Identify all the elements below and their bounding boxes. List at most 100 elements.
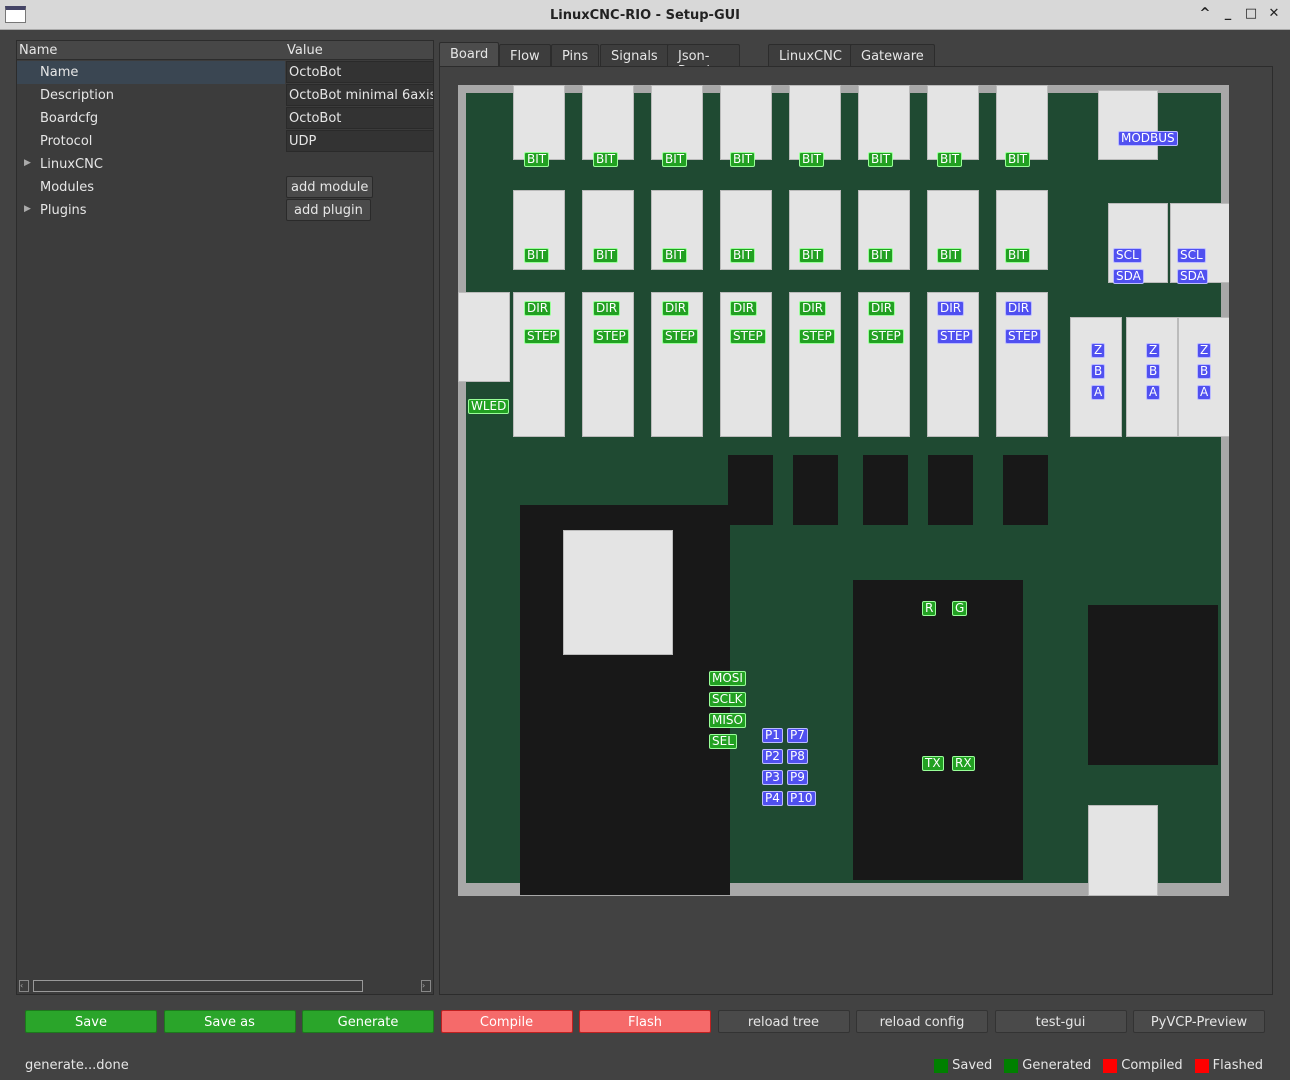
board-label-dir[interactable]: DIR [524,301,552,316]
board-label-sda[interactable]: SDA [1113,269,1144,284]
board-label-r[interactable]: R [922,601,937,616]
board-label-sclk[interactable]: SCLK [709,692,746,707]
maximize-icon[interactable]: □ [1243,6,1259,21]
chevron-up-icon[interactable]: ^ [1197,6,1213,21]
test-gui-button[interactable]: test-gui [994,1010,1127,1033]
save-button[interactable]: Save [25,1010,157,1033]
board-label-a[interactable]: A [1091,385,1106,400]
board-label-dir[interactable]: DIR [593,301,621,316]
board-label-rx[interactable]: RX [952,756,975,771]
board-label-p10[interactable]: P10 [787,791,816,806]
board-label-step[interactable]: STEP [730,329,766,344]
board-label-bit[interactable]: BIT [1005,248,1031,263]
reload-config-button[interactable]: reload config [856,1010,988,1033]
add-module-button[interactable]: add module [286,176,374,198]
board-label-step[interactable]: STEP [662,329,698,344]
board-label-bit[interactable]: BIT [1005,152,1031,167]
board-label-p2[interactable]: P2 [762,749,783,764]
board-label-scl[interactable]: SCL [1177,248,1206,263]
board-label-g[interactable]: G [952,601,968,616]
protocol-field[interactable]: UDP [286,130,434,152]
board-label-bit[interactable]: BIT [868,152,894,167]
tab-signals[interactable]: Signals [600,44,669,68]
board-label-sda[interactable]: SDA [1177,269,1208,284]
board-label-tx[interactable]: TX [922,756,944,771]
expand-arrow-icon[interactable]: ▶ [24,204,31,214]
tree-row-protocol[interactable]: Protocol UDP [17,130,434,153]
reload-tree-button[interactable]: reload tree [717,1010,850,1033]
flash-button[interactable]: Flash [579,1010,711,1033]
tab-pins[interactable]: Pins [551,44,600,68]
board-label-scl[interactable]: SCL [1113,248,1142,263]
generate-button[interactable]: Generate [302,1010,434,1033]
board-label-bit[interactable]: BIT [730,152,756,167]
scrollbar-thumb[interactable] [33,980,363,992]
tree-row-plugins[interactable]: ▶ Plugins add plugin [17,199,433,222]
board-label-z[interactable]: Z [1197,343,1212,358]
board-label-bit[interactable]: BIT [937,152,963,167]
tab-json-preview[interactable]: Json-Preview [667,44,740,79]
close-icon[interactable]: ✕ [1266,6,1282,21]
board-label-bit[interactable]: BIT [868,248,894,263]
board-label-step[interactable]: STEP [799,329,835,344]
tree-row-modules[interactable]: Modules add module [17,176,433,199]
board-label-dir[interactable]: DIR [1005,301,1033,316]
board-label-dir[interactable]: DIR [937,301,965,316]
board-label-dir[interactable]: DIR [662,301,690,316]
board-label-bit[interactable]: BIT [593,248,619,263]
tab-linuxcnc[interactable]: LinuxCNC [768,44,853,68]
board-label-dir[interactable]: DIR [868,301,896,316]
tree-row-name[interactable]: Name [17,61,285,84]
board-label-a[interactable]: A [1146,385,1161,400]
compile-button[interactable]: Compile [440,1010,573,1033]
tab-gateware[interactable]: Gateware [850,44,935,68]
board-label-p1[interactable]: P1 [762,728,783,743]
board-label-modbus[interactable]: MODBUS [1118,131,1178,146]
board-label-b[interactable]: B [1091,364,1106,379]
board-label-a[interactable]: A [1197,385,1212,400]
board-label-bit[interactable]: BIT [799,152,825,167]
description-field[interactable]: OctoBot minimal 6axis c [286,84,434,106]
board-label-z[interactable]: Z [1091,343,1106,358]
board-label-b[interactable]: B [1197,364,1212,379]
board-label-p3[interactable]: P3 [762,770,783,785]
board-label-z[interactable]: Z [1146,343,1161,358]
board-label-bit[interactable]: BIT [524,152,550,167]
board-label-p9[interactable]: P9 [787,770,808,785]
name-field[interactable]: OctoBot [286,61,434,83]
board-label-step[interactable]: STEP [524,329,560,344]
header-value[interactable]: Value [287,43,323,58]
board-label-step[interactable]: STEP [937,329,973,344]
tree-row-linuxcnc[interactable]: ▶ LinuxCNC [17,153,433,176]
board-label-step[interactable]: STEP [1005,329,1041,344]
board-label-bit[interactable]: BIT [593,152,619,167]
board-label-sel[interactable]: SEL [709,734,737,749]
pyvcp-preview-button[interactable]: PyVCP-Preview [1133,1010,1265,1033]
board-label-dir[interactable]: DIR [799,301,827,316]
board-label-bit[interactable]: BIT [937,248,963,263]
save-as-button[interactable]: Save as [163,1010,296,1033]
board-label-step[interactable]: STEP [593,329,629,344]
board-label-bit[interactable]: BIT [662,152,688,167]
tab-flow[interactable]: Flow [499,44,551,68]
board-label-p8[interactable]: P8 [787,749,808,764]
tab-board[interactable]: Board [439,42,500,69]
board-label-step[interactable]: STEP [868,329,904,344]
board-label-bit[interactable]: BIT [524,248,550,263]
add-plugin-button[interactable]: add plugin [286,199,371,221]
tree-row-description[interactable]: Description OctoBot minimal 6axis c [17,84,434,107]
tree-row-boardcfg[interactable]: Boardcfg OctoBot [17,107,434,130]
board-label-bit[interactable]: BIT [662,248,688,263]
minimize-icon[interactable]: _ [1220,6,1236,21]
board-label-bit[interactable]: BIT [799,248,825,263]
board-label-mosi[interactable]: MOSI [709,671,746,686]
board-label-bit[interactable]: BIT [730,248,756,263]
board-label-p7[interactable]: P7 [787,728,808,743]
board-label-wled[interactable]: WLED [468,399,510,414]
horizontal-scrollbar[interactable]: ‹ › [19,980,431,992]
header-name[interactable]: Name [19,43,57,58]
board-label-dir[interactable]: DIR [730,301,758,316]
board-label-p4[interactable]: P4 [762,791,783,806]
config-tree[interactable]: Name Value Name OctoBot Description OctoB… [16,40,434,995]
board-label-b[interactable]: B [1146,364,1161,379]
